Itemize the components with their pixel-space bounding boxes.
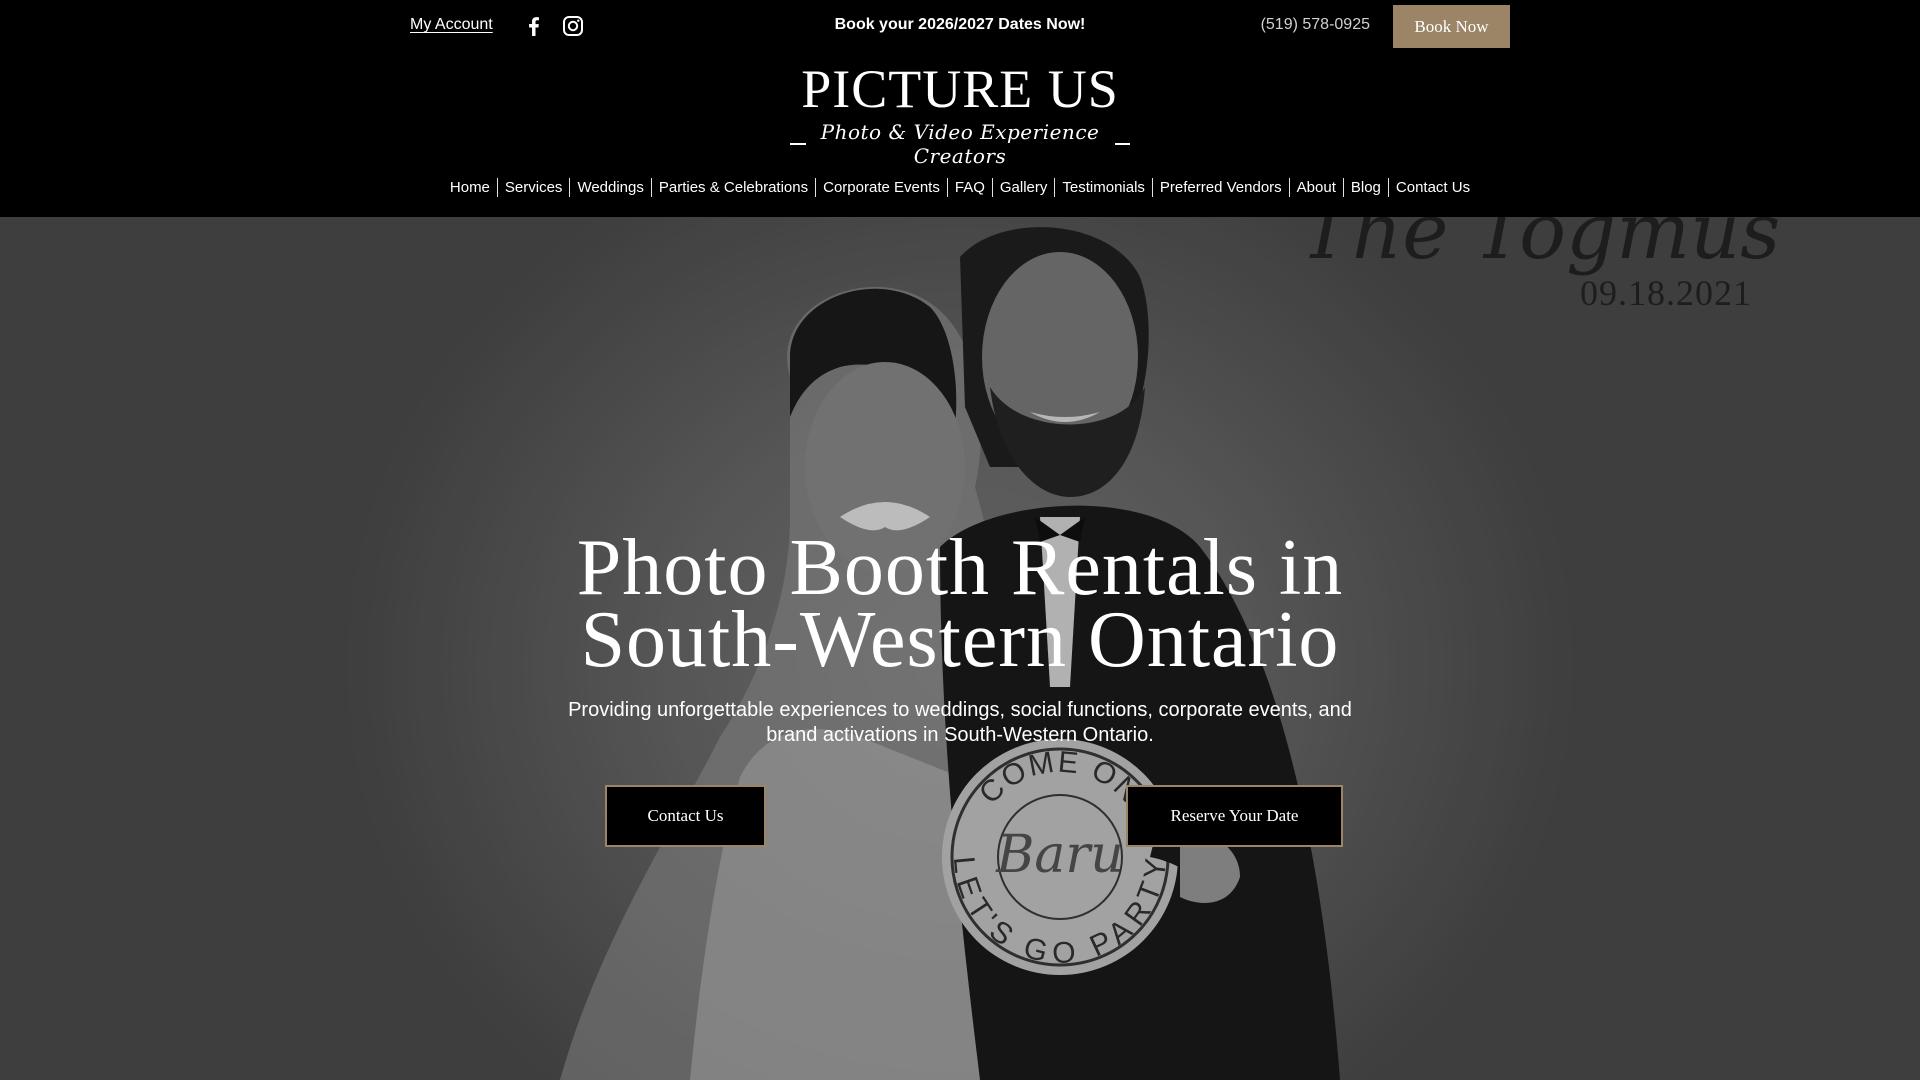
nav-item-weddings[interactable]: Weddings — [570, 179, 650, 197]
promo-text: Book your 2026/2027 Dates Now! — [834, 16, 1086, 33]
nav-item-corporate-events[interactable]: Corporate Events — [816, 179, 947, 197]
nav-item-contact-us[interactable]: Contact Us — [1389, 179, 1477, 197]
main-nav: Home Services Weddings Parties & Celebra… — [0, 178, 1920, 197]
logo-title: PICTURE US — [801, 59, 1119, 119]
backdrop-sign-name: The Togmus — [1300, 217, 1781, 277]
nav-item-home[interactable]: Home — [443, 179, 497, 197]
instagram-icon[interactable] — [561, 14, 585, 38]
site-header: My Account Book your 2026/2027 Dates Now… — [0, 0, 1920, 217]
site-logo[interactable]: PICTURE US Photo & Video Experience Crea… — [790, 59, 1130, 168]
nav-item-faq[interactable]: FAQ — [948, 179, 992, 197]
nav-item-parties[interactable]: Parties & Celebrations — [652, 179, 815, 197]
phone-number[interactable]: (519) 578-0925 — [1230, 16, 1370, 34]
nav-item-preferred-vendors[interactable]: Preferred Vendors — [1153, 179, 1289, 197]
logo-tagline: Photo & Video Experience Creators — [820, 120, 1100, 168]
nav-item-blog[interactable]: Blog — [1344, 179, 1388, 197]
nav-item-testimonials[interactable]: Testimonials — [1055, 179, 1152, 197]
logo-rule-right — [1114, 143, 1130, 145]
my-account-link[interactable]: My Account — [410, 16, 493, 34]
nav-item-about[interactable]: About — [1290, 179, 1343, 197]
reserve-date-button[interactable]: Reserve Your Date — [1126, 785, 1343, 847]
nav-item-services[interactable]: Services — [498, 179, 570, 197]
facebook-icon[interactable] — [522, 14, 546, 38]
contact-us-button[interactable]: Contact Us — [605, 785, 766, 847]
nav-item-gallery[interactable]: Gallery — [993, 179, 1055, 197]
hero-title: Photo Booth Rentals in South-Western Ont… — [576, 524, 1344, 684]
logo-tagline-row: Photo & Video Experience Creators — [790, 120, 1130, 168]
book-now-button[interactable]: Book Now — [1393, 5, 1510, 48]
hero-subtitle: Providing unforgettable experiences to w… — [568, 699, 1352, 746]
logo-rule-left — [790, 143, 806, 145]
hero-section: COME ON Baru LET'S GO PARTY The Togmus 0… — [0, 217, 1920, 1080]
backdrop-sign-date: 09.18.2021 — [1580, 273, 1752, 313]
